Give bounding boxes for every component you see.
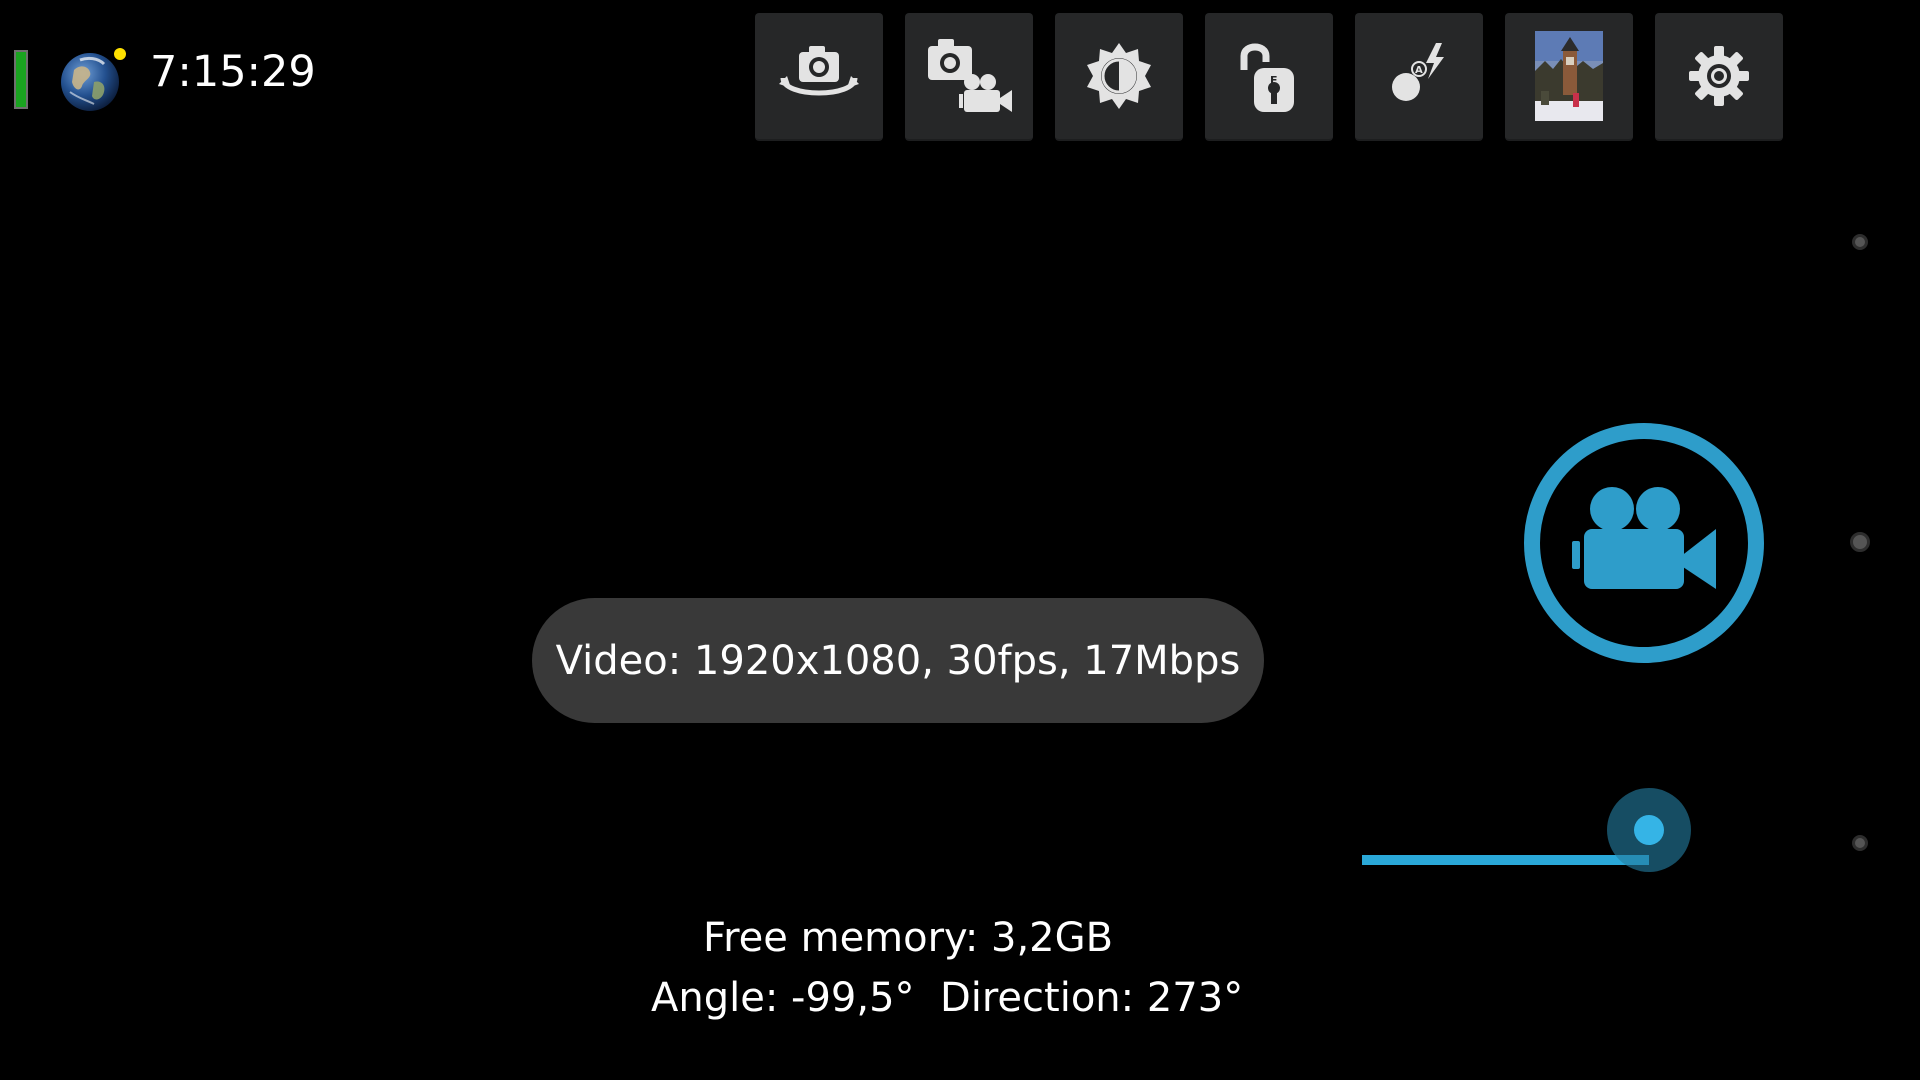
gallery-button[interactable] xyxy=(1505,13,1633,141)
gps-status-dot xyxy=(114,48,126,60)
free-memory-text: Free memory: 3,2GB xyxy=(703,915,1114,961)
earth-globe-icon xyxy=(60,52,120,112)
unlock-e-icon: E xyxy=(1240,43,1294,112)
exposure-sun-icon xyxy=(1087,43,1151,109)
slider-track xyxy=(1362,855,1649,865)
video-camera-icon xyxy=(1572,487,1716,589)
edge-indicator-bottom xyxy=(1852,835,1868,851)
exposure-lock-button[interactable]: E xyxy=(1205,13,1333,141)
clock: 7:15:29 xyxy=(150,47,316,97)
angle-direction-text: Angle: -99,5° Direction: 273° xyxy=(651,975,1244,1021)
edge-indicator-middle xyxy=(1850,532,1870,552)
camera-screen: 7:15:29 E A Video: 1920x1080, 30fps, 17M… xyxy=(0,0,1920,1080)
record-video-button[interactable] xyxy=(1524,423,1764,663)
svg-text:A: A xyxy=(1415,65,1423,76)
battery-indicator xyxy=(14,50,28,109)
camera-video-mode-icon xyxy=(928,39,1012,112)
slider-thumb-core xyxy=(1634,815,1664,845)
toast-text: Video: 1920x1080, 30fps, 17Mbps xyxy=(555,637,1241,684)
gear-icon xyxy=(1689,46,1749,106)
auto-flash-icon: A xyxy=(1392,43,1444,101)
slider-thumb[interactable] xyxy=(1607,788,1691,872)
svg-text:E: E xyxy=(1270,74,1278,87)
camera-toolbar: E A xyxy=(755,13,1783,141)
gallery-thumbnail xyxy=(1535,31,1603,121)
settings-button[interactable] xyxy=(1655,13,1783,141)
flash-button[interactable]: A xyxy=(1355,13,1483,141)
switch-camera-button[interactable] xyxy=(755,13,883,141)
video-settings-toast: Video: 1920x1080, 30fps, 17Mbps xyxy=(532,598,1264,723)
camera-rotate-icon xyxy=(779,46,859,96)
exposure-button[interactable] xyxy=(1055,13,1183,141)
edge-indicator-top xyxy=(1852,234,1868,250)
zoom-slider[interactable] xyxy=(1362,785,1772,885)
photo-video-mode-button[interactable] xyxy=(905,13,1033,141)
